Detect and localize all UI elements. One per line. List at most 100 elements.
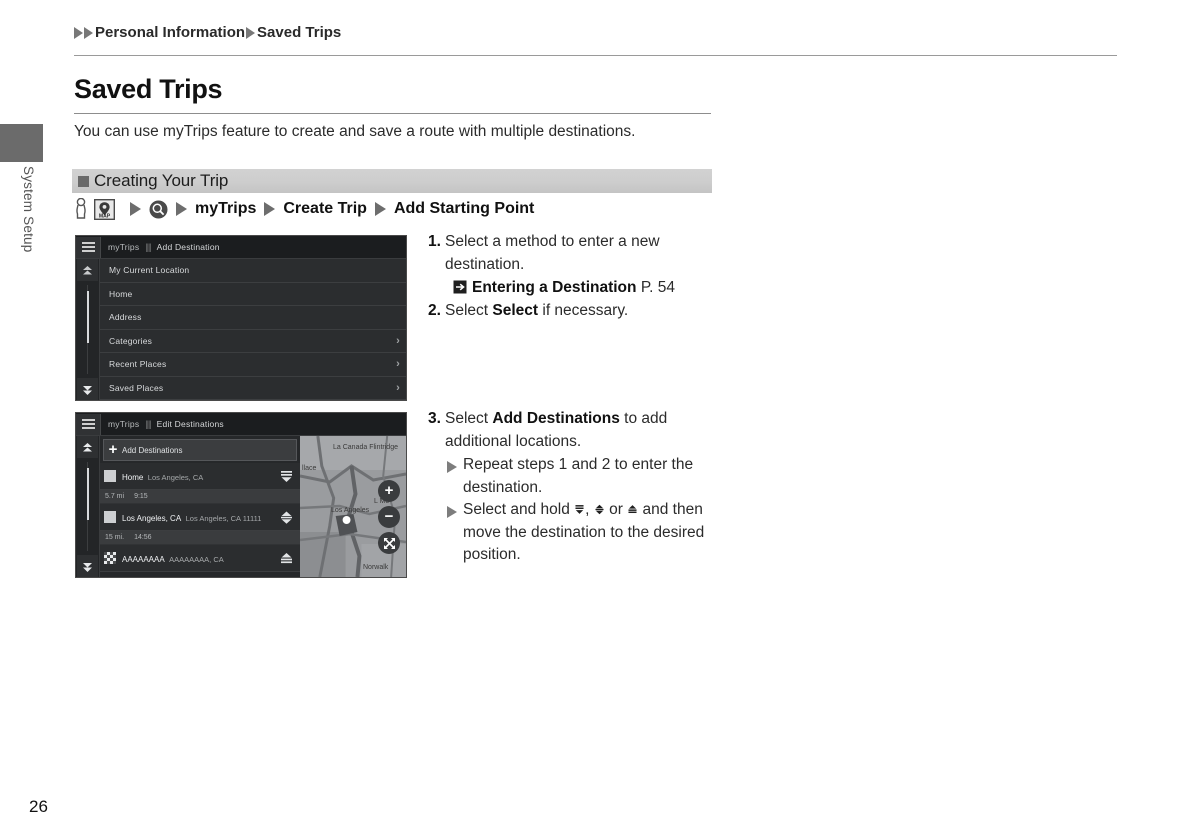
shot2-scrollbar[interactable]	[76, 436, 100, 577]
flag-icon	[104, 511, 116, 523]
titlebar-divider-icon: ||||	[145, 242, 151, 252]
shot2-screen-name: Edit Destinations	[156, 419, 224, 429]
map-preview[interactable]: La Canada Flintridge llace Los Angeles L…	[300, 436, 406, 577]
sub-bullet: Select and hold , or and then move the d…	[428, 499, 720, 567]
sub-bullet-text: Repeat steps 1 and 2 to enter the destin…	[463, 456, 694, 496]
list-item[interactable]: Recent Places ›	[100, 353, 406, 377]
scroll-up-button[interactable]	[77, 436, 98, 458]
reference-title: Entering a Destination	[472, 279, 637, 296]
instructions-steps-1-2: 1. Select a method to enter a new destin…	[428, 231, 718, 323]
step-2: 2. Select Select if necessary.	[428, 300, 718, 323]
scroll-track[interactable]	[86, 462, 89, 551]
chevron-right-icon: ›	[396, 381, 400, 394]
add-destinations-label: Add Destinations	[122, 445, 183, 455]
map-zoom-in-button[interactable]: +	[378, 480, 400, 502]
scroll-down-button[interactable]	[77, 555, 98, 577]
step-number: 3.	[428, 410, 441, 427]
breadcrumb: Personal Information Saved Trips	[74, 24, 342, 41]
section-title: Creating Your Trip	[94, 171, 229, 190]
bullet-triangle-icon	[447, 506, 457, 518]
sidebar-section-label: System Setup	[21, 166, 36, 253]
path-step-mytrips[interactable]: myTrips	[195, 200, 256, 218]
step-3: 3. Select Add Destinations to add additi…	[428, 408, 720, 453]
map-label: Los Angeles	[331, 507, 370, 514]
destination-address: Los Angeles, CA	[147, 473, 204, 482]
list-item[interactable]: Home	[100, 282, 406, 306]
expand-icon[interactable]	[378, 532, 400, 554]
plus-icon: +	[108, 441, 118, 458]
list-item-label: Address	[109, 312, 142, 323]
shot1-menu-list: My Current Location Home Address Categor…	[100, 259, 406, 400]
step-text: Select a method to enter a new destinati…	[445, 233, 660, 273]
sub-bullet-text: Select and hold , or and then move the d…	[463, 499, 720, 567]
move-up-handle-icon[interactable]	[276, 551, 296, 566]
list-item[interactable]: Categories ›	[100, 329, 406, 353]
scroll-up-button[interactable]	[77, 259, 98, 281]
destination-row[interactable]: Los Angeles, CA Los Angeles, CA 11111	[100, 504, 300, 531]
scroll-track[interactable]	[86, 285, 89, 374]
destination-row[interactable]: Home Los Angeles, CA	[100, 463, 300, 490]
titlebar-divider-icon: ||||	[145, 419, 151, 429]
scroll-thumb[interactable]	[86, 468, 89, 520]
move-updown-handle-icon[interactable]	[276, 510, 296, 525]
shot2-body: + Add Destinations Home Los Angeles, CA	[76, 436, 406, 577]
scroll-thumb[interactable]	[86, 291, 89, 343]
shot1-screen-name: Add Destination	[156, 242, 220, 252]
cross-reference[interactable]: Entering a Destination P. 54	[428, 277, 718, 300]
section-header: Creating Your Trip	[72, 169, 712, 193]
screenshot-edit-destinations: myTrips |||| Edit Destinations + Add Des…	[75, 412, 407, 578]
shot1-scrollbar[interactable]	[76, 259, 100, 400]
destination-address: Los Angeles, CA 11111	[185, 514, 262, 523]
breadcrumb-triangle-icon	[74, 26, 83, 39]
breadcrumb-item-personal-information[interactable]: Personal Information	[95, 24, 245, 41]
hamburger-menu-icon[interactable]	[76, 413, 101, 435]
add-destinations-button[interactable]: + Add Destinations	[103, 439, 297, 461]
segment-time: 9:15	[134, 493, 148, 500]
bullet2-sep: or	[604, 501, 628, 518]
step2-bold-term: Select	[492, 301, 539, 319]
page-title: Saved Trips	[74, 74, 223, 104]
flag-icon	[104, 470, 116, 482]
step-number: 2.	[428, 301, 441, 319]
map-button-icon[interactable]: MAP	[94, 198, 115, 220]
map-zoom-out-button[interactable]: −	[378, 506, 400, 528]
list-item-label: My Current Location	[109, 265, 190, 276]
path-step-add-starting-point[interactable]: Add Starting Point	[394, 200, 534, 218]
destination-name: AAAAAAAA	[122, 555, 165, 564]
svg-text:MAP: MAP	[99, 213, 111, 219]
path-triangle-icon	[176, 202, 187, 216]
hamburger-menu-icon[interactable]	[76, 236, 101, 258]
list-item-label: Recent Places	[109, 359, 167, 370]
chevron-right-icon: ›	[396, 334, 400, 347]
shot1-body: My Current Location Home Address Categor…	[76, 259, 406, 400]
breadcrumb-item-saved-trips[interactable]: Saved Trips	[257, 24, 341, 41]
list-item[interactable]: My Current Location	[100, 259, 406, 283]
step-text: Select Add Destinations to add additiona…	[445, 408, 720, 453]
section-bullet-icon	[78, 175, 89, 187]
move-up-handle-icon	[628, 505, 637, 514]
list-item[interactable]: Address	[100, 306, 406, 330]
segment-info: 5.7 mi 9:15	[100, 490, 300, 504]
navigation-path: MAP myTrips Create Trip Add Starting Poi…	[74, 198, 534, 220]
destination-row[interactable]: AAAAAAAA AAAAAAAA, CA	[100, 545, 300, 572]
checkered-flag-icon	[104, 552, 116, 564]
reference-arrow-icon	[453, 280, 467, 294]
sidebar-tab-block	[0, 124, 43, 162]
bullet-triangle-icon	[447, 461, 457, 473]
step-text: Select Select if necessary.	[445, 300, 718, 323]
move-down-handle-icon[interactable]	[276, 469, 296, 484]
shot1-app-name: myTrips	[108, 242, 140, 252]
destination-list: + Add Destinations Home Los Angeles, CA	[100, 436, 300, 577]
destination-name: Los Angeles, CA	[122, 514, 182, 523]
search-circle-icon[interactable]	[149, 200, 168, 219]
list-item[interactable]: Saved Places ›	[100, 376, 406, 400]
title-divider	[74, 113, 711, 114]
list-item-label: Saved Places	[109, 382, 164, 393]
path-triangle-icon	[374, 202, 386, 216]
header-divider	[74, 55, 1117, 56]
breadcrumb-triangle-icon	[246, 26, 256, 39]
step-1: 1. Select a method to enter a new destin…	[428, 231, 718, 276]
reference-page: P. 54	[640, 279, 676, 296]
path-step-create-trip[interactable]: Create Trip	[283, 200, 367, 218]
scroll-down-button[interactable]	[77, 378, 98, 400]
